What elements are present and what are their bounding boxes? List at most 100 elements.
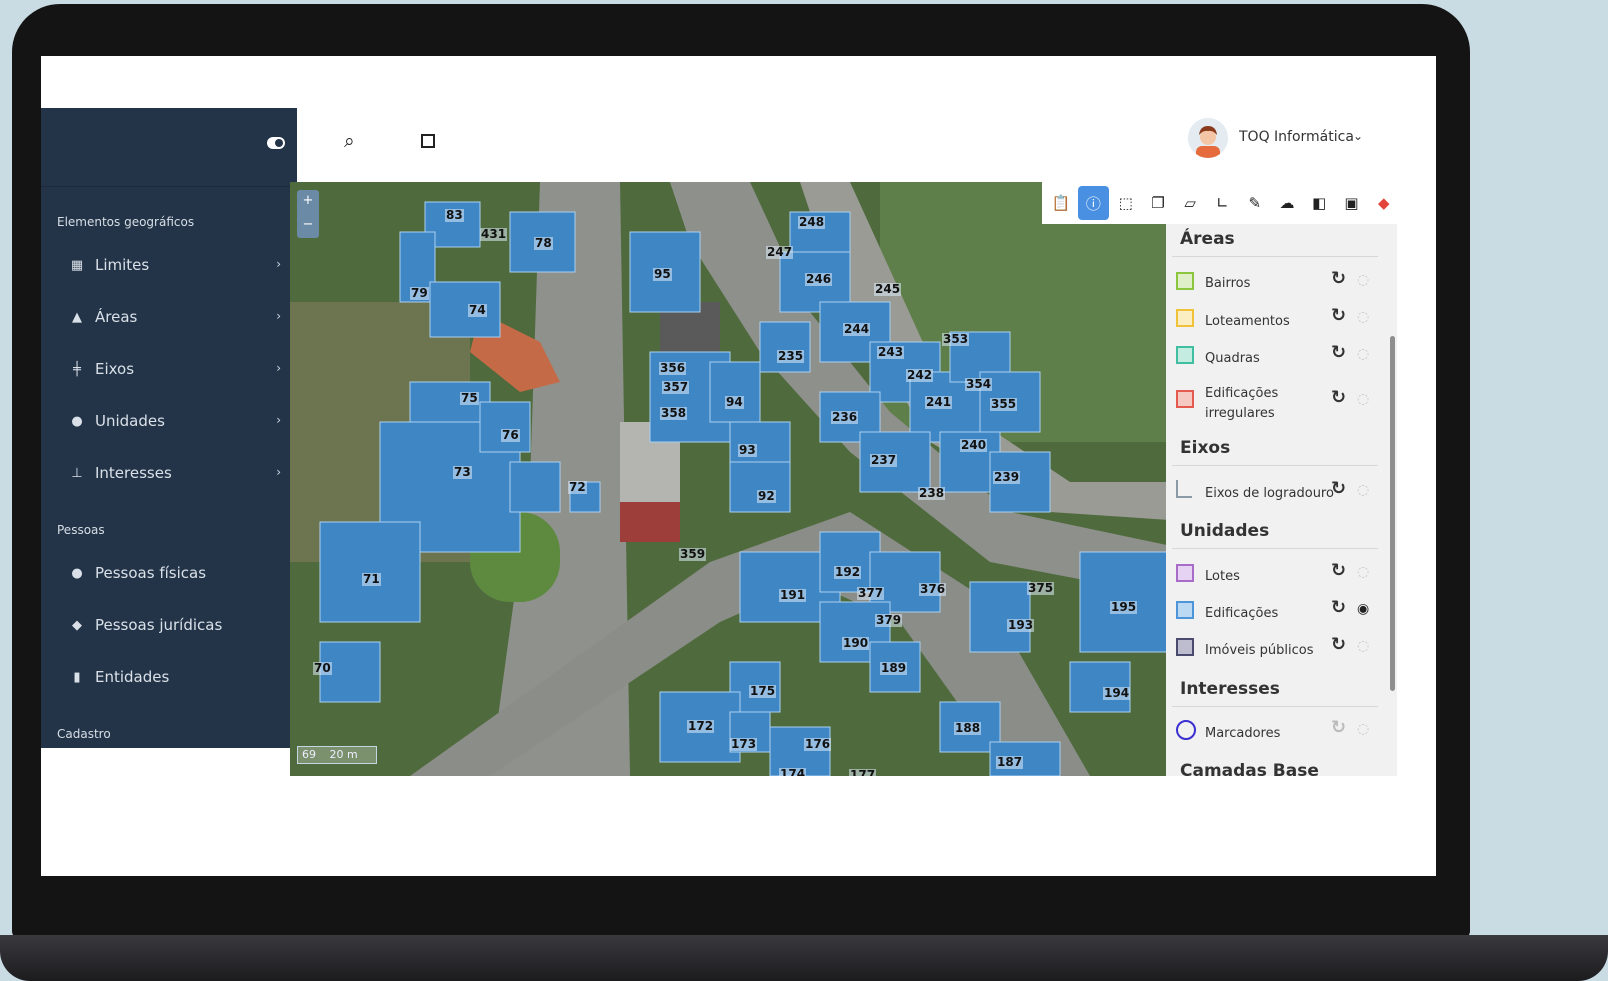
search-icon[interactable]: ⌕ xyxy=(344,130,355,152)
refresh-icon[interactable]: ↻ xyxy=(1331,597,1346,618)
building-label[interactable]: 236 xyxy=(831,411,859,424)
chevron-down-icon[interactable]: ⌄ xyxy=(1353,129,1363,143)
cloud-upload-icon[interactable]: ☁ xyxy=(1272,186,1302,220)
building-label[interactable]: 187 xyxy=(996,756,1024,769)
building-label[interactable]: 192 xyxy=(834,566,862,579)
building-label[interactable]: 238 xyxy=(918,487,946,500)
building-label[interactable]: 242 xyxy=(906,369,934,382)
zoom-out-button[interactable]: − xyxy=(297,214,319,238)
building-label[interactable]: 79 xyxy=(410,287,429,300)
select-icon[interactable]: ⬚ xyxy=(1111,186,1141,220)
image-icon[interactable]: ▣ xyxy=(1336,186,1366,220)
building-label[interactable]: 248 xyxy=(798,216,826,229)
building-label[interactable]: 175 xyxy=(749,685,777,698)
eye-slash-icon[interactable]: ◌ xyxy=(1357,482,1369,498)
clipboard-icon[interactable]: 📋 xyxy=(1046,186,1076,220)
building-label[interactable]: 355 xyxy=(990,398,1018,411)
sidebar-item-entidades[interactable]: ▮ Entidades xyxy=(41,651,297,703)
avatar[interactable] xyxy=(1188,118,1228,158)
map-view[interactable]: 83 431 78 95 248 247 246 245 79 74 244 243 353 356 357… xyxy=(290,182,1200,776)
building-label[interactable]: 353 xyxy=(942,333,970,346)
eye-slash-icon[interactable]: ◌ xyxy=(1357,721,1369,737)
sidebar-item-areas[interactable]: ▲ Áreas › xyxy=(41,291,297,343)
building-label[interactable]: 376 xyxy=(919,583,947,596)
building-label[interactable]: 354 xyxy=(965,378,993,391)
refresh-icon[interactable]: ↻ xyxy=(1331,634,1346,655)
building-label[interactable]: 241 xyxy=(925,396,953,409)
building-label[interactable]: 375 xyxy=(1027,582,1055,595)
building-label[interactable]: 239 xyxy=(993,471,1021,484)
building-label[interactable]: 237 xyxy=(870,454,898,467)
building-label[interactable]: 92 xyxy=(757,490,776,503)
toggle-icon[interactable] xyxy=(267,137,285,149)
building-label[interactable]: 70 xyxy=(313,662,332,675)
sidebar-item-pessoas-juridicas[interactable]: ◆ Pessoas jurídicas xyxy=(41,599,297,651)
pencil-icon[interactable]: ✎ xyxy=(1240,186,1270,220)
sidebar-item-eixos[interactable]: ╪ Eixos › xyxy=(41,343,297,395)
eye-slash-icon[interactable]: ◌ xyxy=(1357,638,1369,654)
building-label[interactable]: 73 xyxy=(453,466,472,479)
building-label[interactable]: 357 xyxy=(662,381,690,394)
expand-icon[interactable] xyxy=(421,134,435,148)
copy-icon[interactable]: ❐ xyxy=(1143,186,1173,220)
building-label[interactable]: 94 xyxy=(725,396,744,409)
building-label[interactable]: 75 xyxy=(460,392,479,405)
refresh-icon[interactable]: ↻ xyxy=(1331,717,1346,738)
building-label[interactable]: 193 xyxy=(1007,619,1035,632)
eye-slash-icon[interactable]: ◌ xyxy=(1357,391,1369,407)
info-icon[interactable]: ⓘ xyxy=(1078,186,1109,220)
sidebar-item-unidades[interactable]: ● Unidades › xyxy=(41,395,297,447)
building-label[interactable]: 188 xyxy=(954,722,982,735)
building-label[interactable]: 377 xyxy=(857,587,885,600)
building-label[interactable]: 93 xyxy=(738,444,757,457)
refresh-icon[interactable]: ↻ xyxy=(1331,478,1346,499)
sidebar-item-limites[interactable]: ▦ Limites › xyxy=(41,239,297,291)
building-label[interactable]: 245 xyxy=(874,283,902,296)
building-label[interactable]: 190 xyxy=(842,637,870,650)
building-label[interactable]: 74 xyxy=(468,304,487,317)
copy-alt-icon[interactable]: ▱ xyxy=(1175,186,1205,220)
building-label[interactable]: 71 xyxy=(362,573,381,586)
building-label[interactable]: 174 xyxy=(779,768,807,776)
user-name[interactable]: TOQ Informática xyxy=(1239,129,1354,145)
eye-slash-icon[interactable]: ◌ xyxy=(1357,564,1369,580)
sidebar-item-interesses[interactable]: ⊥ Interesses › xyxy=(41,447,297,499)
building-label[interactable]: 83 xyxy=(445,209,464,222)
building-label[interactable]: 172 xyxy=(687,720,715,733)
refresh-icon[interactable]: ↻ xyxy=(1331,268,1346,289)
refresh-icon[interactable]: ↻ xyxy=(1331,305,1346,326)
eye-slash-icon[interactable]: ◌ xyxy=(1357,346,1369,362)
building-label[interactable]: 247 xyxy=(766,246,794,259)
building-label[interactable]: 194 xyxy=(1103,687,1131,700)
building-label[interactable]: 189 xyxy=(880,662,908,675)
eye-slash-icon[interactable]: ◌ xyxy=(1357,272,1369,288)
zoom-in-button[interactable]: + xyxy=(297,190,319,214)
building-label[interactable]: 191 xyxy=(779,589,807,602)
panel-scrollbar[interactable] xyxy=(1390,336,1395,691)
eye-slash-icon[interactable]: ◌ xyxy=(1357,309,1369,325)
building-label[interactable]: 240 xyxy=(960,439,988,452)
building-label[interactable]: 78 xyxy=(534,237,553,250)
building-label[interactable]: 72 xyxy=(568,481,587,494)
building-label[interactable]: 243 xyxy=(877,346,905,359)
eye-icon[interactable]: ◉ xyxy=(1357,601,1369,617)
building-label[interactable]: 235 xyxy=(777,350,805,363)
building-label[interactable]: 76 xyxy=(501,429,520,442)
building-label[interactable]: 173 xyxy=(730,738,758,751)
building-label[interactable]: 358 xyxy=(660,407,688,420)
building-label[interactable]: 356 xyxy=(659,362,687,375)
building-label[interactable]: 246 xyxy=(805,273,833,286)
building-label[interactable]: 379 xyxy=(875,614,903,627)
refresh-icon[interactable]: ↻ xyxy=(1331,560,1346,581)
building-label[interactable]: 177 xyxy=(849,769,877,776)
contrast-icon[interactable]: ◧ xyxy=(1304,186,1334,220)
refresh-icon[interactable]: ↻ xyxy=(1331,342,1346,363)
building-label[interactable]: 195 xyxy=(1110,601,1138,614)
eraser-icon[interactable]: ◆ xyxy=(1369,186,1399,220)
building-label[interactable]: 359 xyxy=(679,548,707,561)
measure-icon[interactable]: ∟ xyxy=(1207,186,1237,220)
refresh-icon[interactable]: ↻ xyxy=(1331,387,1346,408)
building-label[interactable]: 431 xyxy=(480,228,508,241)
building-label[interactable]: 95 xyxy=(653,268,672,281)
building-label[interactable]: 244 xyxy=(843,323,871,336)
